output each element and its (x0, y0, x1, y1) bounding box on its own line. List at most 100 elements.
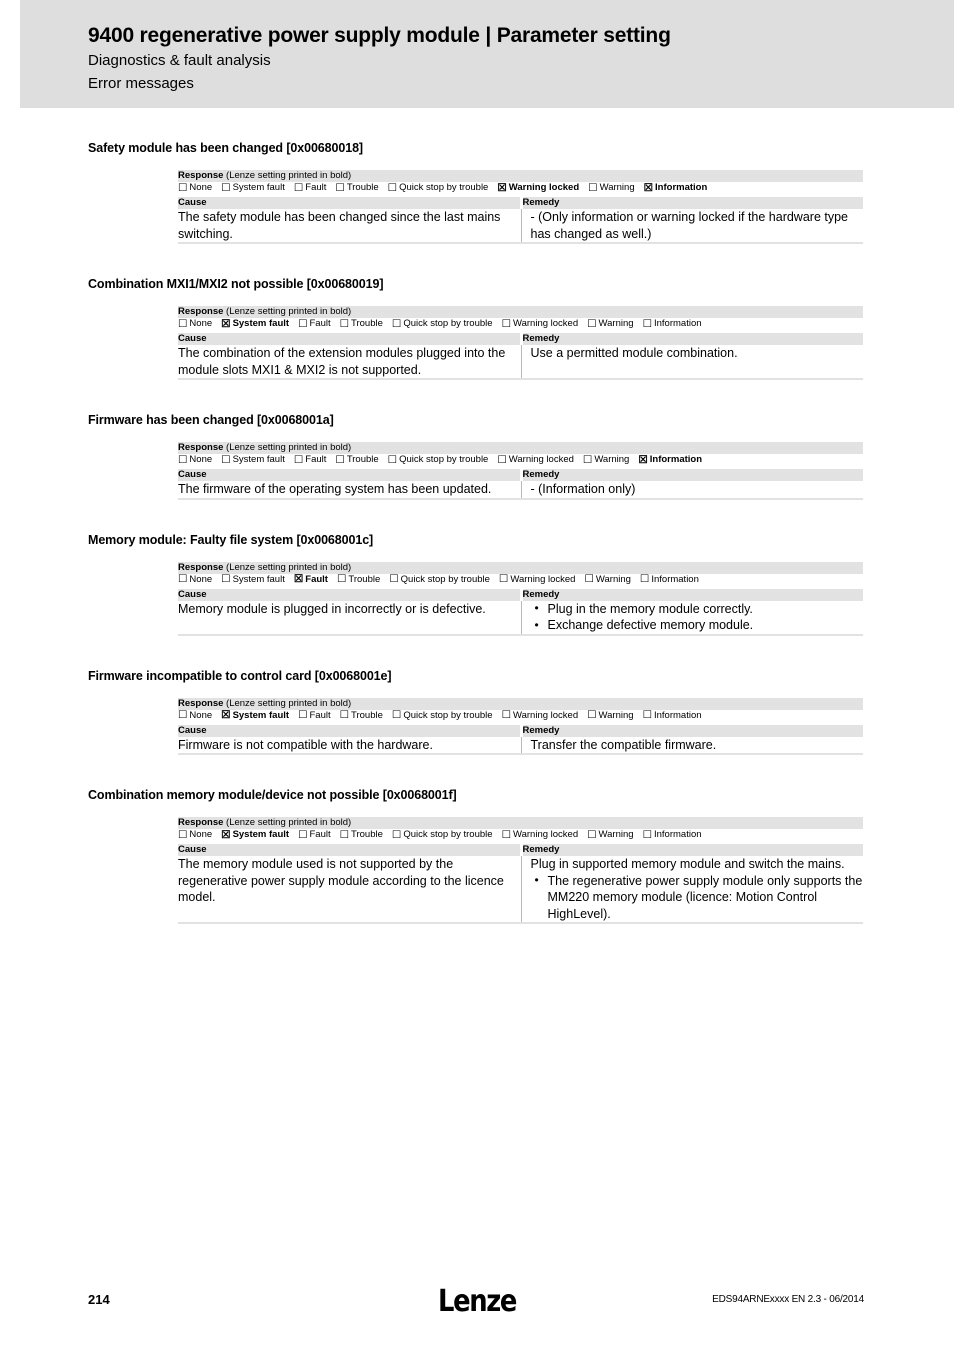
response-option-none[interactable]: ☐ None (178, 829, 212, 841)
response-option-trouble[interactable]: ☐ Trouble (335, 182, 378, 194)
response-option-information[interactable]: ☒ Information (644, 182, 708, 194)
response-option-system-fault[interactable]: ☐ System fault (221, 574, 285, 586)
page-subtitle-topic: Error messages (88, 75, 194, 92)
table-row: The combination of the extension modules… (178, 345, 863, 380)
response-option-label: Fault (305, 182, 327, 193)
checkbox-unchecked-icon: ☐ (501, 828, 511, 841)
response-option-label: Information (653, 709, 702, 721)
response-option-none[interactable]: ☐ None (178, 182, 212, 194)
response-option-label: Information (649, 454, 703, 465)
response-options-row: ☐ None ☒ System fault ☐ Fault ☐ Trouble ☐ Quick s… (178, 318, 863, 332)
cause-remedy-header-row: Cause Remedy (178, 466, 863, 481)
cause-cell: The memory module used is not supported … (178, 856, 521, 924)
response-option-none[interactable]: ☐ None (178, 454, 212, 466)
response-option-label: Warning (598, 709, 634, 721)
response-option-label: Warning locked (510, 573, 576, 585)
checkbox-unchecked-icon: ☐ (387, 453, 398, 466)
response-option-warning[interactable]: ☐ Warning (587, 318, 633, 330)
response-option-label: Warning locked (508, 454, 574, 465)
page-subtitle-section: Diagnostics & fault analysis (88, 52, 271, 69)
cause-remedy-header-row: Cause Remedy (178, 194, 863, 209)
response-option-fault[interactable]: ☐ Fault (298, 318, 331, 330)
response-option-label: Fault (305, 454, 327, 465)
cause-column-header: Cause (178, 721, 521, 737)
response-option-label: Fault (309, 829, 331, 840)
remedy-text: Use a permitted module combination. (530, 346, 738, 360)
response-option-label: None (189, 709, 213, 721)
response-option-warning[interactable]: ☐ Warning (587, 829, 633, 841)
response-option-label: Warning locked (508, 182, 580, 193)
response-option-warning[interactable]: ☐ Warning (588, 182, 634, 194)
checkbox-unchecked-icon: ☐ (582, 453, 593, 466)
checkbox-unchecked-icon: ☐ (642, 709, 652, 721)
response-option-label: Fault (305, 573, 328, 585)
response-options-row: ☐ None ☒ System fault ☐ Fault ☐ Trouble ☐ Quick s… (178, 829, 863, 843)
response-option-trouble[interactable]: ☐ Trouble (337, 574, 380, 586)
response-option-system-fault[interactable]: ☒ System fault (221, 829, 289, 841)
response-option-warning[interactable]: ☐ Warning (587, 710, 633, 722)
checkbox-checked-icon: ☒ (221, 317, 231, 330)
response-option-warning-locked[interactable]: ☐ Warning locked (497, 454, 574, 466)
checkbox-checked-icon: ☒ (221, 828, 231, 841)
response-option-label: Quick stop by trouble (399, 182, 489, 193)
remedy-text: Plug in supported memory module and swit… (530, 857, 845, 871)
checkbox-unchecked-icon: ☐ (501, 317, 511, 330)
error-message-heading: Firmware has been changed [0x0068001a] (88, 413, 334, 427)
response-option-fault[interactable]: ☐ Fault (294, 182, 327, 194)
response-option-system-fault[interactable]: ☐ System fault (221, 454, 285, 466)
response-label: Response (178, 442, 224, 453)
response-header-row: Response (Lenze setting printed in bold) (178, 817, 863, 829)
checkbox-unchecked-icon: ☐ (497, 453, 507, 466)
response-option-trouble[interactable]: ☐ Trouble (340, 318, 383, 330)
response-table: Response (Lenze setting printed in bold)… (178, 561, 863, 636)
response-option-fault[interactable]: ☐ Fault (294, 454, 327, 466)
response-option-warning-locked[interactable]: ☐ Warning locked (502, 318, 579, 330)
response-label: Response (178, 817, 224, 828)
response-option-quick-stop-by-trouble[interactable]: ☐ Quick stop by trouble (392, 710, 493, 722)
response-option-information[interactable]: ☐ Information (640, 574, 699, 586)
response-option-quick-stop-by-trouble[interactable]: ☐ Quick stop by trouble (388, 454, 489, 466)
response-option-fault[interactable]: ☐ Fault (298, 710, 331, 722)
response-option-none[interactable]: ☐ None (178, 318, 212, 330)
error-message-block: Firmware incompatible to control card [0… (0, 636, 954, 756)
response-option-trouble[interactable]: ☐ Trouble (340, 710, 383, 722)
response-option-system-fault[interactable]: ☐ System fault (221, 182, 285, 194)
error-message-block: Firmware has been changed [0x0068001a] Re… (0, 380, 954, 500)
response-option-label: Information (655, 182, 708, 193)
response-option-none[interactable]: ☐ None (178, 710, 212, 722)
response-option-fault[interactable]: ☐ Fault (298, 829, 331, 841)
checkbox-unchecked-icon: ☐ (584, 573, 594, 585)
response-option-label: Quick stop by trouble (403, 829, 493, 840)
response-option-quick-stop-by-trouble[interactable]: ☐ Quick stop by trouble (388, 182, 489, 194)
response-label: Response (178, 306, 224, 317)
response-option-fault[interactable]: ☒ Fault (294, 574, 328, 586)
response-option-warning-locked[interactable]: ☐ Warning locked (502, 710, 579, 722)
cause-remedy-header-row: Cause Remedy (178, 585, 863, 601)
response-option-warning[interactable]: ☐ Warning (583, 454, 629, 466)
response-label: Response (178, 170, 224, 181)
response-option-information[interactable]: ☐ Information (643, 710, 702, 722)
response-option-warning[interactable]: ☐ Warning (584, 574, 630, 586)
response-option-label: Fault (309, 318, 331, 329)
response-option-trouble[interactable]: ☐ Trouble (340, 829, 383, 841)
response-option-information[interactable]: ☐ Information (643, 318, 702, 330)
response-option-warning-locked[interactable]: ☐ Warning locked (499, 574, 576, 586)
checkbox-unchecked-icon: ☐ (587, 317, 597, 330)
response-option-trouble[interactable]: ☐ Trouble (335, 454, 378, 466)
response-table: Response (Lenze setting printed in bold)… (178, 817, 863, 924)
response-option-system-fault[interactable]: ☒ System fault (221, 710, 289, 722)
response-option-label: None (189, 318, 213, 329)
response-options-row: ☐ None ☐ System fault ☐ Fault ☐ Trouble ☐ Quick s… (178, 182, 863, 196)
checkbox-unchecked-icon: ☐ (335, 453, 345, 466)
response-option-quick-stop-by-trouble[interactable]: ☐ Quick stop by trouble (392, 318, 493, 330)
response-option-information[interactable]: ☐ Information (643, 829, 702, 841)
response-option-warning-locked[interactable]: ☐ Warning locked (502, 829, 579, 841)
response-option-system-fault[interactable]: ☒ System fault (221, 318, 289, 330)
response-header-row: Response (Lenze setting printed in bold) (178, 306, 863, 318)
response-option-quick-stop-by-trouble[interactable]: ☐ Quick stop by trouble (389, 574, 490, 586)
checkbox-unchecked-icon: ☐ (293, 181, 304, 194)
response-option-information[interactable]: ☒ Information (638, 454, 702, 466)
response-option-none[interactable]: ☐ None (178, 574, 212, 586)
response-option-quick-stop-by-trouble[interactable]: ☐ Quick stop by trouble (392, 829, 493, 841)
response-option-warning-locked[interactable]: ☒ Warning locked (497, 182, 579, 194)
